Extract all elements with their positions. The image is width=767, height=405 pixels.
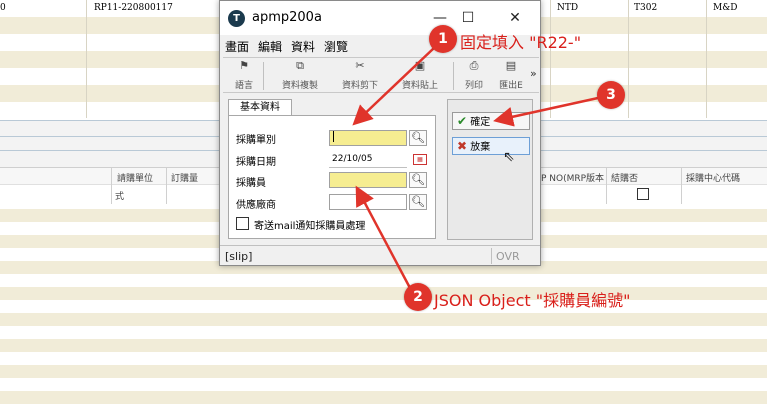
annotation-badge-2: 2 (404, 283, 432, 311)
column-divider (111, 168, 112, 204)
close-icon: ✖ (457, 139, 468, 153)
status-mode: [slip] (225, 250, 253, 263)
cancel-button-label: 放棄 (470, 142, 491, 153)
status-overwrite: OVR (496, 250, 520, 263)
ok-button[interactable]: ✔ 確定 (452, 112, 530, 130)
annotation-text-2: JSON Object "採購員編號" (434, 291, 631, 310)
window-title: apmp200a (252, 10, 322, 25)
column-header: 採購中心代碼 (686, 174, 741, 184)
annotation-badge-1: 1 (429, 25, 457, 53)
toolbar: ⚑ 語言 ⧉ 資料複製 ✂ 資料剪下 ▣ 資料貼上 ⎙ 列印 ▤ 匯出E » (223, 57, 539, 93)
export-icon: ▤ (505, 60, 517, 72)
date-input[interactable]: 22/10/05 (329, 152, 407, 168)
toolbar-label: 列印 (464, 81, 483, 91)
copy-icon: ⧉ (296, 59, 304, 72)
annotation-badge-3: 3 (597, 81, 625, 109)
doc-type-label: 採購單別 (236, 135, 276, 146)
status-divider (491, 248, 492, 264)
mail-notify-label: 寄送mail通知採購員處理 (254, 221, 366, 232)
check-icon: ✔ (457, 114, 468, 128)
table-row (0, 339, 767, 352)
tab-basic-info[interactable]: 基本資料 (228, 99, 292, 116)
mouse-pointer-icon: ⇖ (503, 149, 515, 165)
vendor-label: 供應廠商 (236, 200, 276, 211)
column-header: P NO(MRP版本 (541, 174, 605, 184)
menu-item-data[interactable]: 資料 (291, 38, 315, 55)
table-row (0, 391, 767, 404)
toolbar-label: 語言 (234, 81, 253, 91)
scissors-icon: ✂ (355, 59, 365, 72)
table-row (0, 313, 767, 326)
vendor-input[interactable] (329, 194, 407, 210)
date-label: 採購日期 (236, 157, 276, 168)
search-icon[interactable]: 🔍︎ (409, 172, 427, 188)
status-bar: [slip] OVR (220, 245, 540, 265)
toolbar-overflow-icon[interactable]: » (530, 67, 537, 80)
menu-item-screen[interactable]: 畫面 (225, 38, 249, 55)
close-button[interactable]: ✕ (503, 9, 527, 27)
toolbar-label: 匯出E (499, 81, 523, 91)
export-button[interactable]: ▤ 匯出E (495, 60, 527, 92)
table-row (0, 365, 767, 378)
menu-item-browse[interactable]: 瀏覽 (324, 38, 348, 55)
column-header: 請購單位 (117, 174, 154, 184)
search-icon[interactable]: 🔍︎ (409, 194, 427, 210)
column-divider (681, 168, 682, 204)
menu-item-edit[interactable]: 編輯 (258, 38, 282, 55)
toolbar-label: 資料貼上 (401, 81, 438, 91)
table-cell-currency: NTD (557, 3, 579, 13)
table-cell-code: T302 (634, 3, 658, 13)
table-row (0, 287, 767, 300)
text-cursor (333, 131, 334, 142)
column-header: 訂購量 (171, 174, 199, 184)
calendar-icon[interactable]: ▦ (413, 154, 427, 165)
search-icon[interactable]: 🔍︎ (409, 130, 427, 146)
toolbar-separator (453, 62, 454, 90)
table-cell: 式 (115, 192, 125, 202)
action-panel: ✔ 確定 ✖ 放棄 (447, 99, 533, 240)
column-divider (706, 0, 707, 118)
app-icon: T (228, 10, 245, 27)
column-divider (550, 0, 551, 118)
table-cell-dept: M&D (713, 3, 738, 13)
mail-notify-checkbox[interactable] (236, 217, 249, 230)
doc-type-input[interactable] (329, 130, 407, 146)
ok-button-label: 確定 (470, 117, 491, 128)
table-cell-doc-no: RP11-220800117 (94, 3, 173, 13)
toolbar-label: 資料複製 (281, 81, 318, 91)
annotation-text-1: 固定填入 "R22-" (460, 33, 582, 52)
table-cell: 0 (0, 3, 6, 13)
buyer-label: 採購員 (236, 178, 266, 189)
closed-checkbox[interactable] (637, 188, 649, 200)
language-button[interactable]: ⚑ 語言 (229, 60, 259, 92)
buyer-input[interactable] (329, 172, 407, 188)
basic-info-panel: 採購單別 🔍︎ 採購日期 22/10/05 ▦ 採購員 🔍︎ 供應廠商 🔍︎ 寄… (228, 115, 436, 239)
column-divider (86, 0, 87, 118)
copy-record-button[interactable]: ⧉ 資料複製 (273, 60, 327, 92)
clipboard-icon: ▣ (414, 59, 426, 72)
paste-record-button[interactable]: ▣ 資料貼上 (393, 60, 447, 92)
column-divider (166, 168, 167, 204)
toolbar-label: 資料剪下 (341, 81, 378, 91)
column-header: 結購否 (611, 174, 639, 184)
print-button[interactable]: ⎙ 列印 (459, 60, 489, 92)
printer-icon: ⎙ (469, 59, 479, 72)
cut-record-button[interactable]: ✂ 資料剪下 (333, 60, 387, 92)
maximize-button[interactable]: ☐ (456, 9, 480, 27)
toolbar-separator (263, 62, 264, 90)
flag-icon: ⚑ (239, 59, 249, 72)
cancel-button[interactable]: ✖ 放棄 (452, 137, 530, 155)
column-divider (606, 168, 607, 204)
column-divider (628, 0, 629, 118)
